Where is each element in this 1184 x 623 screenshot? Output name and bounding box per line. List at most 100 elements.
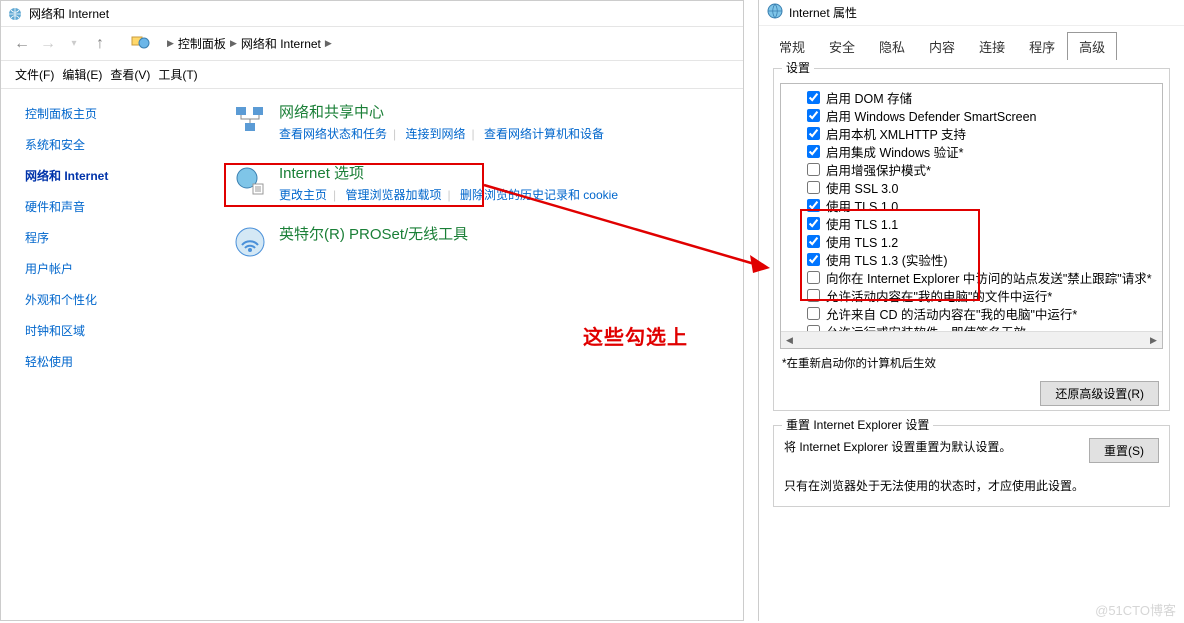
sidebar-link-appearance[interactable]: 外观和个性化 (25, 291, 171, 308)
category-content: 网络和共享中心 查看网络状态和任务| 连接到网络| 查看网络计算机和设备 Int… (171, 89, 743, 620)
sidebar-link-system[interactable]: 系统和安全 (25, 136, 171, 153)
sidebar-link-programs[interactable]: 程序 (25, 229, 171, 246)
checkbox-input[interactable] (807, 91, 820, 104)
checkbox-input[interactable] (807, 199, 820, 212)
menu-edit[interactable]: 编辑(E) (62, 66, 102, 83)
scroll-right-icon[interactable]: ▶ (1145, 332, 1162, 349)
checkbox-label: 启用集成 Windows 验证* (826, 142, 964, 161)
menu-file[interactable]: 文件(F) (15, 66, 54, 83)
checkbox-label: 使用 TLS 1.1 (826, 214, 898, 233)
checkbox-item[interactable]: 启用 Windows Defender SmartScreen (807, 106, 1158, 124)
settings-listbox[interactable]: 启用 DOM 存储启用 Windows Defender SmartScreen… (780, 83, 1163, 349)
breadcrumb-root[interactable]: 控制面板 (178, 35, 226, 52)
checkbox-input[interactable] (807, 271, 820, 284)
checkbox-item[interactable]: 启用增强保护模式* (807, 160, 1158, 178)
menu-view[interactable]: 查看(V) (110, 66, 150, 83)
checkbox-item[interactable]: 使用 TLS 1.2 (807, 232, 1158, 250)
tab-connections[interactable]: 连接 (967, 32, 1017, 60)
forward-button[interactable]: → (37, 33, 59, 55)
breadcrumb-current[interactable]: 网络和 Internet (241, 35, 321, 52)
link-view-status[interactable]: 查看网络状态和任务 (279, 127, 387, 141)
checkbox-input[interactable] (807, 109, 820, 122)
checkbox-input[interactable] (807, 307, 820, 320)
checkbox-label: 允许来自 CD 的活动内容在"我的电脑"中运行* (826, 304, 1077, 323)
control-panel-body: 控制面板主页 系统和安全 网络和 Internet 硬件和声音 程序 用户帐户 … (1, 89, 743, 620)
reset-label: 重置 Internet Explorer 设置 (782, 416, 933, 433)
tab-general[interactable]: 常规 (767, 32, 817, 60)
item-intel-proset: 英特尔(R) PROSet/无线工具 (171, 223, 743, 261)
checkbox-input[interactable] (807, 181, 820, 194)
restart-note: *在重新启动你的计算机后生效 (782, 355, 1161, 371)
checkbox-item[interactable]: 使用 SSL 3.0 (807, 178, 1158, 196)
link-addons[interactable]: 管理浏览器加载项 (345, 188, 441, 202)
scroll-left-icon[interactable]: ◀ (781, 332, 798, 349)
sidebar-link-hardware[interactable]: 硬件和声音 (25, 198, 171, 215)
restore-defaults-button[interactable]: 还原高级设置(R) (1040, 381, 1159, 406)
tab-programs[interactable]: 程序 (1017, 32, 1067, 60)
annotation-text: 这些勾选上 (583, 321, 688, 350)
checkbox-input[interactable] (807, 235, 820, 248)
up-button[interactable]: ↑ (89, 33, 111, 55)
checkbox-item[interactable]: 使用 TLS 1.1 (807, 214, 1158, 232)
checkbox-input[interactable] (807, 289, 820, 302)
wifi-icon (231, 223, 269, 261)
nav-bar: ← → ▾ ↑ ▶ 控制面板 ▶ 网络和 Internet ▶ (1, 27, 743, 61)
breadcrumb: ▶ 控制面板 ▶ 网络和 Internet ▶ (163, 35, 336, 52)
tab-advanced[interactable]: 高级 (1067, 32, 1117, 60)
link-delete-history[interactable]: 删除浏览的历史记录和 cookie (460, 188, 618, 202)
checkbox-item[interactable]: 启用 DOM 存储 (807, 88, 1158, 106)
item-title[interactable]: 英特尔(R) PROSet/无线工具 (279, 223, 468, 244)
checkbox-input[interactable] (807, 217, 820, 230)
link-connect[interactable]: 连接到网络 (405, 127, 465, 141)
internet-properties-dialog: Internet 属性 常规 安全 隐私 内容 连接 程序 高级 设置 启用 D… (758, 0, 1184, 621)
sidebar-link-ease[interactable]: 轻松使用 (25, 353, 171, 370)
checkbox-item[interactable]: 允许来自 CD 的活动内容在"我的电脑"中运行* (807, 304, 1158, 322)
checkbox-item[interactable]: 向你在 Internet Explorer 中访问的站点发送"禁止跟踪"请求* (807, 268, 1158, 286)
checkbox-input[interactable] (807, 163, 820, 176)
checkbox-label: 允许活动内容在"我的电脑"的文件中运行* (826, 286, 1052, 305)
folder-icon (131, 34, 151, 53)
sidebar-link-clock[interactable]: 时钟和区域 (25, 322, 171, 339)
control-panel-window: 网络和 Internet ← → ▾ ↑ ▶ 控制面板 ▶ 网络和 Intern… (0, 0, 744, 621)
dialog-title: Internet 属性 (789, 4, 857, 21)
menu-tools[interactable]: 工具(T) (158, 66, 197, 83)
item-network-sharing: 网络和共享中心 查看网络状态和任务| 连接到网络| 查看网络计算机和设备 (171, 101, 743, 142)
item-title[interactable]: Internet 选项 (279, 162, 618, 183)
watermark: @51CTO博客 (1095, 600, 1176, 619)
reset-button[interactable]: 重置(S) (1089, 438, 1159, 463)
link-view-devices[interactable]: 查看网络计算机和设备 (484, 127, 604, 141)
item-internet-options: Internet 选项 更改主页| 管理浏览器加载项| 删除浏览的历史记录和 c… (171, 162, 743, 203)
globe-icon (767, 3, 783, 22)
checkbox-item[interactable]: 使用 TLS 1.0 (807, 196, 1158, 214)
tab-content[interactable]: 内容 (917, 32, 967, 60)
checkbox-label: 启用增强保护模式* (826, 160, 931, 179)
checkbox-input[interactable] (807, 145, 820, 158)
sidebar-link-network[interactable]: 网络和 Internet (25, 167, 171, 184)
checkbox-label: 使用 TLS 1.3 (实验性) (826, 250, 948, 269)
chevron-right-icon: ▶ (230, 38, 237, 49)
network-sharing-icon (231, 101, 269, 139)
checkbox-label: 向你在 Internet Explorer 中访问的站点发送"禁止跟踪"请求* (826, 268, 1152, 287)
link-homepage[interactable]: 更改主页 (279, 188, 327, 202)
checkbox-input[interactable] (807, 253, 820, 266)
back-button[interactable]: ← (11, 33, 33, 55)
checkbox-item[interactable]: 使用 TLS 1.3 (实验性) (807, 250, 1158, 268)
reset-note: 只有在浏览器处于无法使用的状态时，才应使用此设置。 (784, 477, 1159, 494)
tab-privacy[interactable]: 隐私 (867, 32, 917, 60)
reset-group: 重置 Internet Explorer 设置 将 Internet Explo… (773, 425, 1170, 507)
checkbox-item[interactable]: 启用集成 Windows 验证* (807, 142, 1158, 160)
item-sublinks: 更改主页| 管理浏览器加载项| 删除浏览的历史记录和 cookie (279, 186, 618, 203)
chevron-right-icon: ▶ (167, 38, 174, 49)
checkbox-item[interactable]: 允许活动内容在"我的电脑"的文件中运行* (807, 286, 1158, 304)
menu-bar: 文件(F) 编辑(E) 查看(V) 工具(T) (1, 61, 743, 89)
sidebar-link-accounts[interactable]: 用户帐户 (25, 260, 171, 277)
item-title[interactable]: 网络和共享中心 (279, 101, 604, 122)
chevron-right-icon: ▶ (325, 38, 332, 49)
checkbox-item[interactable]: 启用本机 XMLHTTP 支持 (807, 124, 1158, 142)
tab-security[interactable]: 安全 (817, 32, 867, 60)
horizontal-scrollbar[interactable]: ◀ ▶ (781, 331, 1162, 348)
window-title: 网络和 Internet (29, 5, 109, 22)
recent-dropdown[interactable]: ▾ (63, 33, 85, 55)
checkbox-input[interactable] (807, 127, 820, 140)
sidebar-link-home[interactable]: 控制面板主页 (25, 105, 171, 122)
